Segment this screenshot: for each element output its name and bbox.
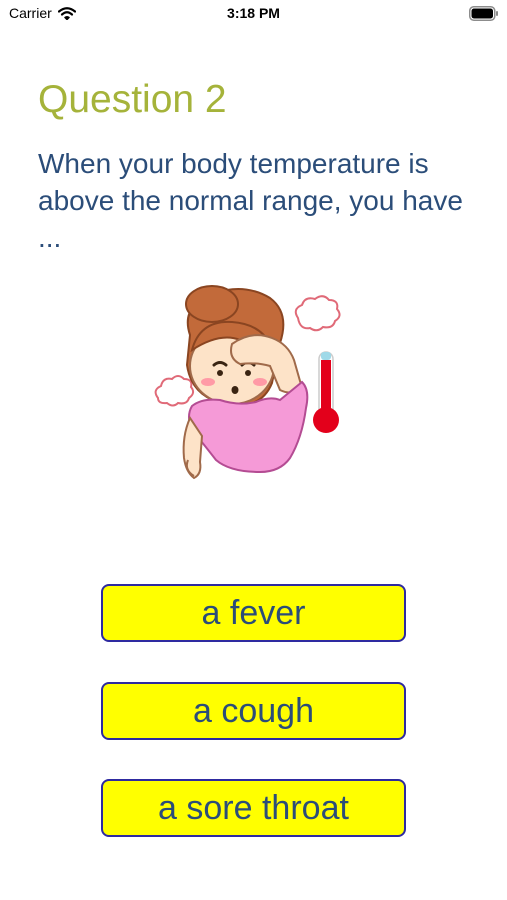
question-text: When your body temperature is above the … <box>38 148 463 253</box>
status-bar: Carrier 3:18 PM <box>0 0 507 30</box>
fever-illustration <box>154 285 341 480</box>
question-title: Question 2 <box>38 78 227 121</box>
quiz-screen: Carrier 3:18 PM Question 2 When your bod… <box>0 0 507 900</box>
answer-button-fever[interactable]: a fever <box>101 584 406 642</box>
battery-icon <box>469 6 498 21</box>
girl-figure <box>182 285 309 480</box>
thermometer-icon <box>313 351 339 433</box>
steam-puff-left <box>154 375 195 407</box>
steam-puff-right <box>294 295 341 332</box>
status-time: 3:18 PM <box>227 5 280 21</box>
answer-button-sore-throat[interactable]: a sore throat <box>101 779 406 837</box>
answer-button-cough[interactable]: a cough <box>101 682 406 740</box>
